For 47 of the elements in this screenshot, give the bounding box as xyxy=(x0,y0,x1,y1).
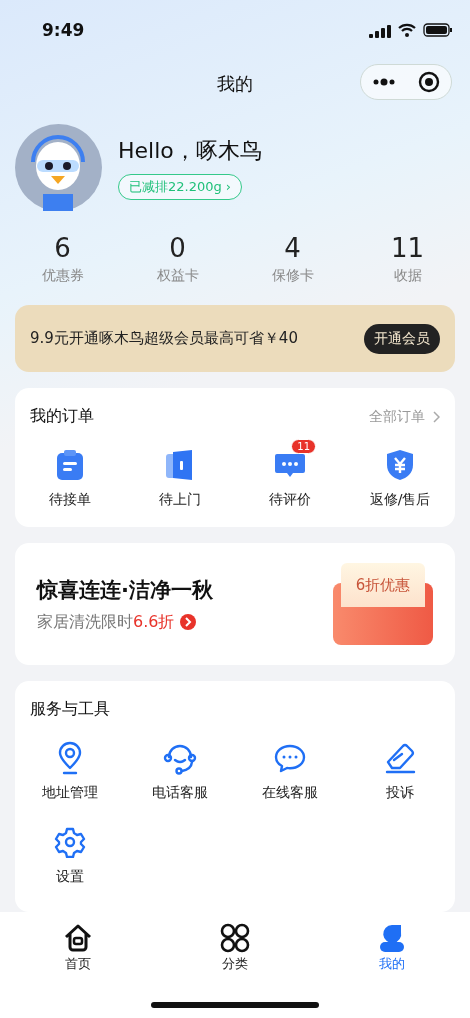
order-status-label[interactable]: 返修/售后 xyxy=(369,491,431,509)
section-title: 我的订单 xyxy=(30,406,94,427)
order-status-label[interactable]: 待上门 xyxy=(159,491,201,509)
door-icon[interactable] xyxy=(165,449,195,481)
arrow-right-icon[interactable] xyxy=(180,614,197,630)
service-label[interactable]: 地址管理 xyxy=(42,784,98,802)
section-title: 服务与工具 xyxy=(30,699,110,720)
stat-label: 保修卡 xyxy=(271,267,314,285)
stat-value: 0 xyxy=(169,233,186,263)
service-label[interactable]: 在线客服 xyxy=(262,784,318,802)
greeting: Hello，啄木鸟 xyxy=(118,136,262,165)
person-icon xyxy=(378,923,405,953)
battery-icon xyxy=(423,23,452,37)
page-title: 我的 xyxy=(217,72,253,96)
status-time: 9:49 xyxy=(42,20,85,40)
chat-bubble-icon[interactable] xyxy=(273,743,307,773)
category-grid-icon xyxy=(220,923,250,953)
stat-value: 11 xyxy=(390,233,425,263)
coupon-label: 6折优惠 xyxy=(341,563,425,607)
service-label[interactable]: 电话客服 xyxy=(152,784,208,802)
count-badge: 11 xyxy=(291,439,316,454)
stat-value: 6 xyxy=(54,233,71,263)
promo-subtitle: 家居清洗限时 xyxy=(37,611,133,633)
shield-icon[interactable] xyxy=(385,449,415,481)
more-icon[interactable] xyxy=(372,78,396,86)
settings-icon[interactable] xyxy=(54,826,86,858)
membership-offer: 9.9元开通啄木鸟超级会员最高可省￥40 xyxy=(30,329,298,348)
wifi-icon xyxy=(398,23,416,37)
promo-title: 惊喜连连·洁净一秋 xyxy=(37,576,213,604)
chevron-icon xyxy=(433,410,440,423)
tab-bar-item[interactable]: 分类 xyxy=(156,922,314,974)
service-label[interactable]: 投诉 xyxy=(386,784,414,802)
order-status-label[interactable]: 待评价 xyxy=(269,491,311,509)
pencil-icon[interactable] xyxy=(384,742,416,774)
stat-label: 收据 xyxy=(393,267,422,285)
tab-bar-item[interactable]: 我的 xyxy=(313,922,470,974)
stat-value: 4 xyxy=(284,233,301,263)
clipboard-icon[interactable] xyxy=(55,449,85,481)
tab-bar-item[interactable]: 首页 xyxy=(0,922,157,974)
stat-label: 权益卡 xyxy=(156,267,199,285)
signal-icon xyxy=(369,22,391,38)
discount-highlight: 6.6折 xyxy=(133,611,175,633)
close-target-icon[interactable] xyxy=(418,71,440,93)
stat-label: 优惠券 xyxy=(41,267,84,285)
order-status-label[interactable]: 待接单 xyxy=(49,491,91,509)
join-membership-button[interactable]: 开通会员 xyxy=(364,323,440,354)
service-label[interactable]: 设置 xyxy=(56,868,84,886)
